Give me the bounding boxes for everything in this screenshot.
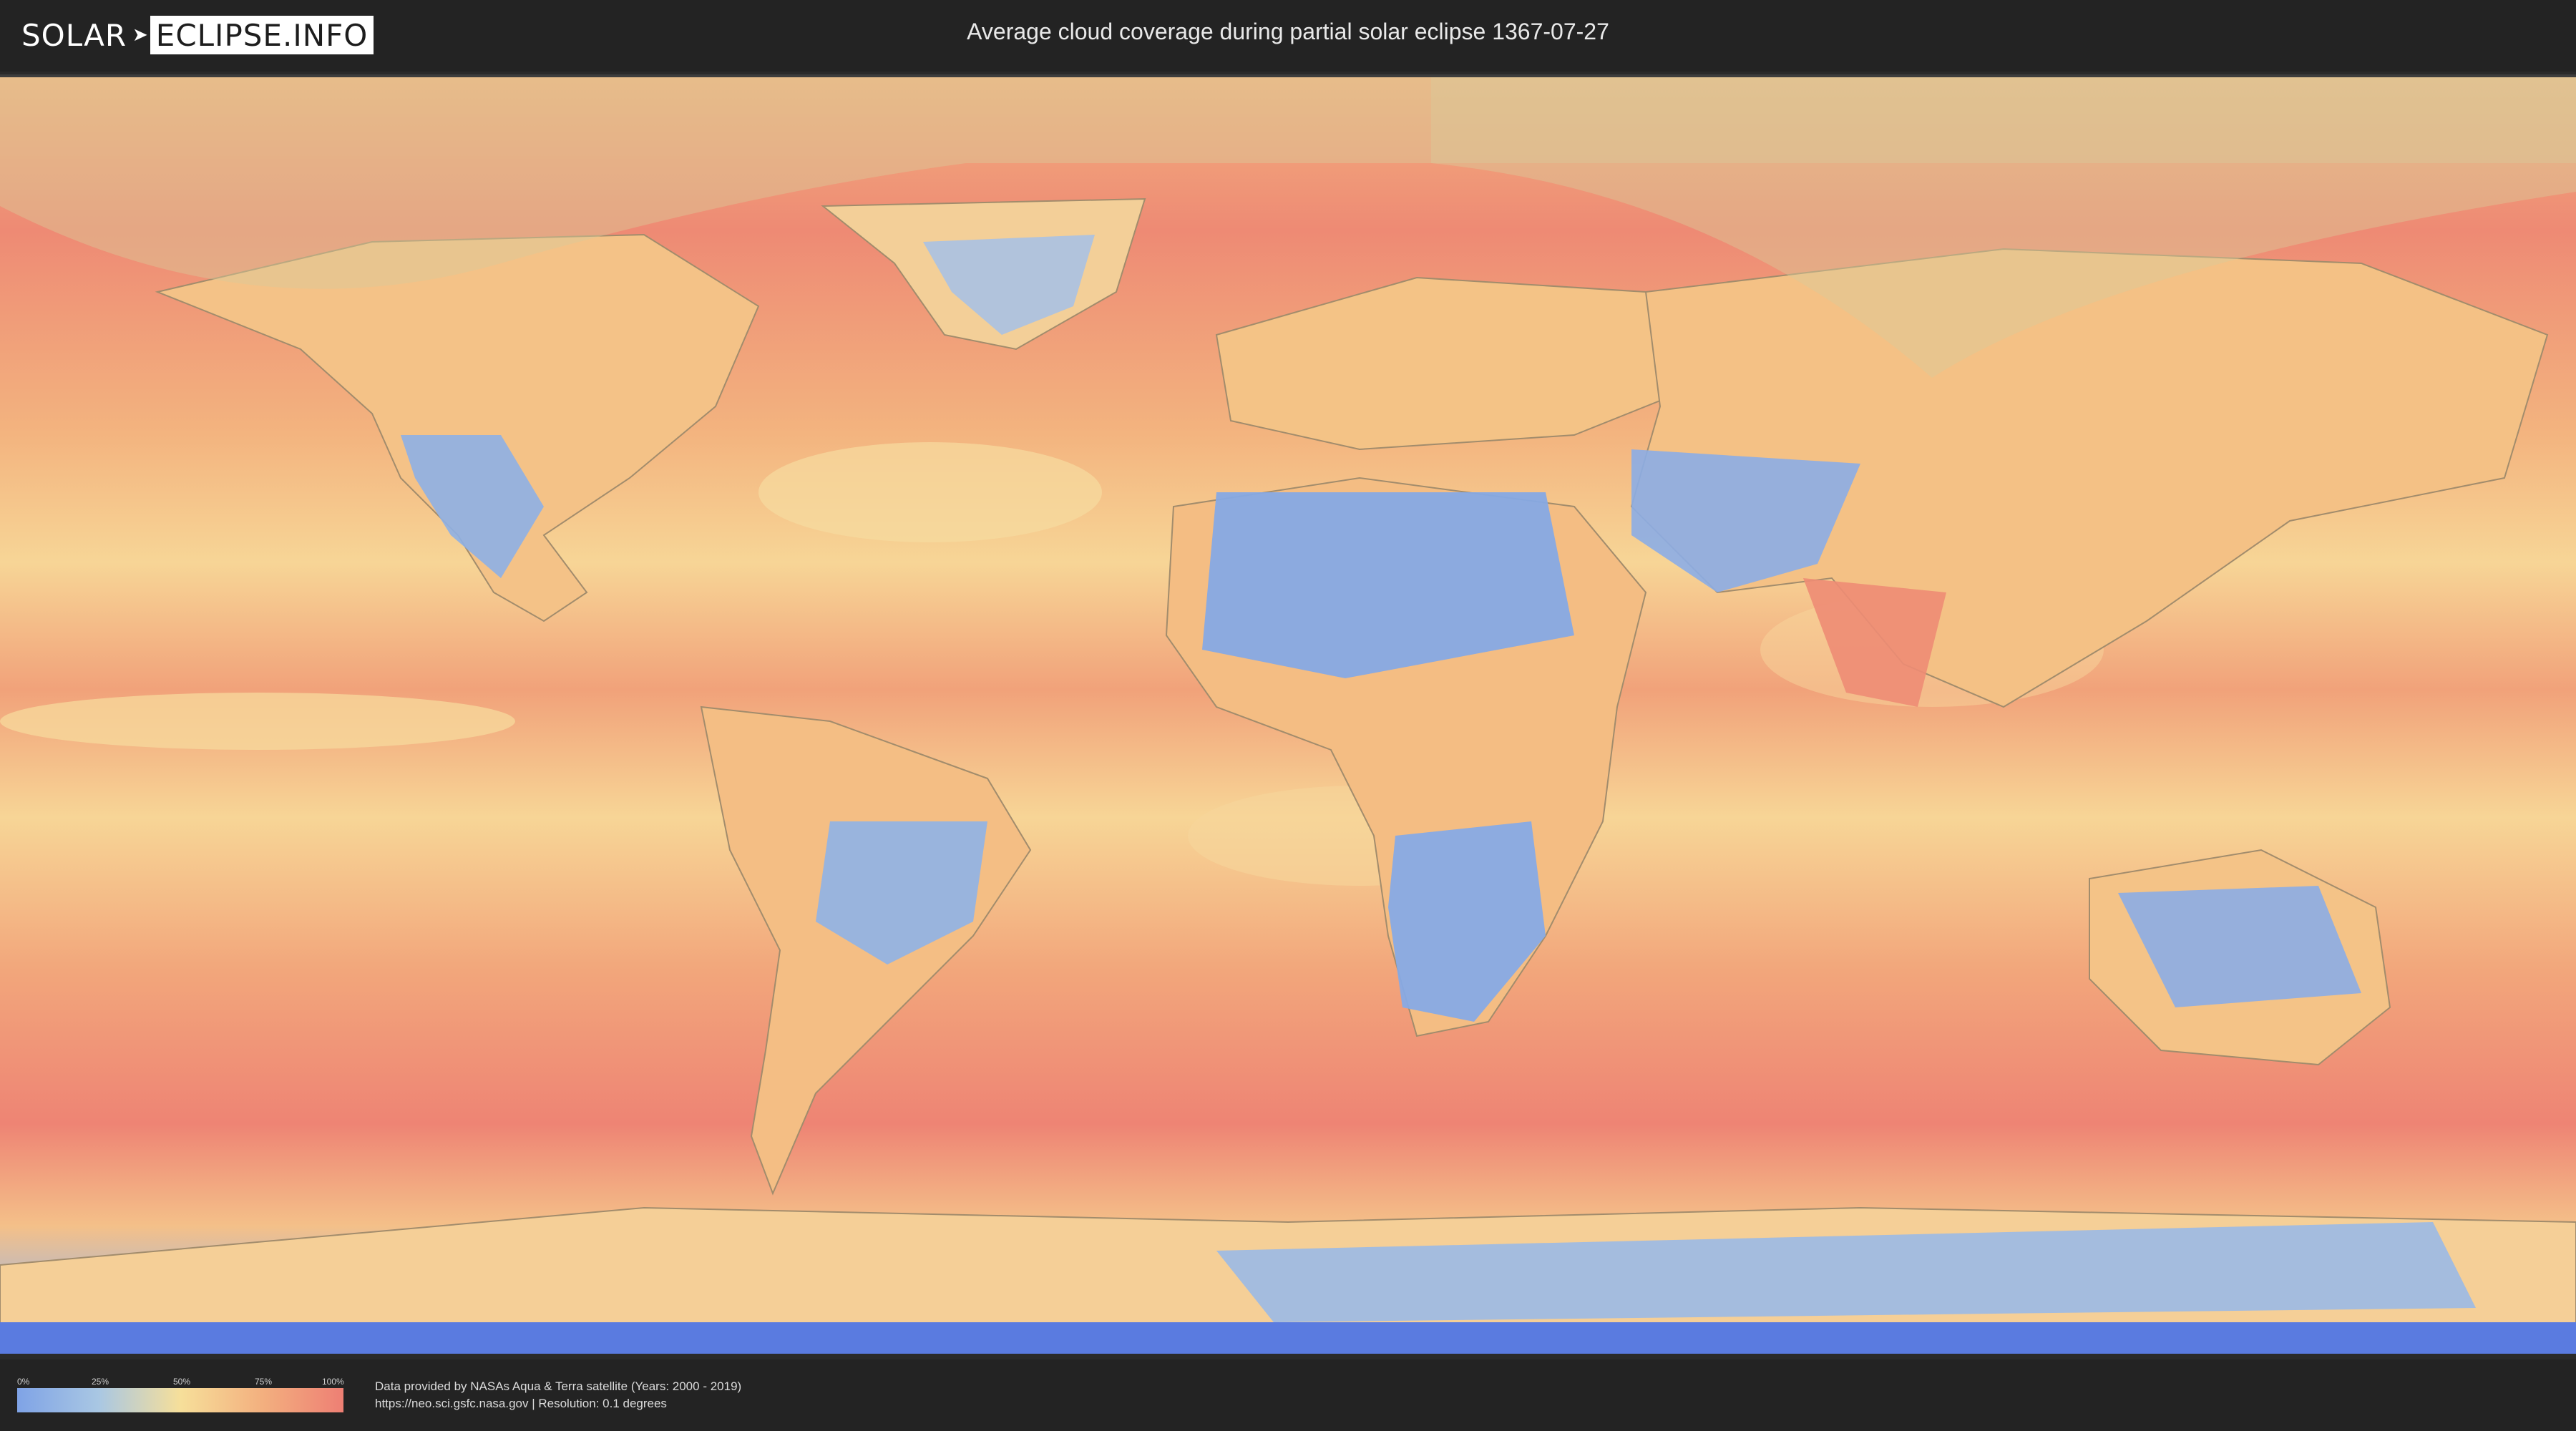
credits-line-source: Data provided by NASAs Aqua & Terra sate… (375, 1379, 742, 1393)
cloud-band-south-pacific (0, 693, 515, 750)
legend-tick-50: 50% (173, 1377, 191, 1387)
legend-tick-labels: 0% 25% 50% 75% 100% (17, 1377, 344, 1387)
world-map-svg (0, 77, 2576, 1354)
cloud-band-north-atlantic (758, 442, 1102, 542)
header-bar: SOLAR ➤ ECLIPSE.INFO Average cloud cover… (0, 0, 2576, 72)
legend-tick-25: 25% (92, 1377, 109, 1387)
south-pole-band (0, 1322, 2576, 1354)
cloud-coverage-legend-bar (17, 1388, 343, 1412)
cloud-coverage-map[interactable] (0, 74, 2576, 1362)
legend-tick-100: 100% (322, 1377, 344, 1387)
data-credits: Data provided by NASAs Aqua & Terra sate… (375, 1378, 741, 1412)
page-title: Average cloud coverage during partial so… (967, 19, 1609, 44)
legend-tick-75: 75% (255, 1377, 273, 1387)
legend-tick-0: 0% (17, 1377, 30, 1387)
credits-line-url[interactable]: https://neo.sci.gsfc.nasa.gov | Resoluti… (375, 1395, 741, 1412)
